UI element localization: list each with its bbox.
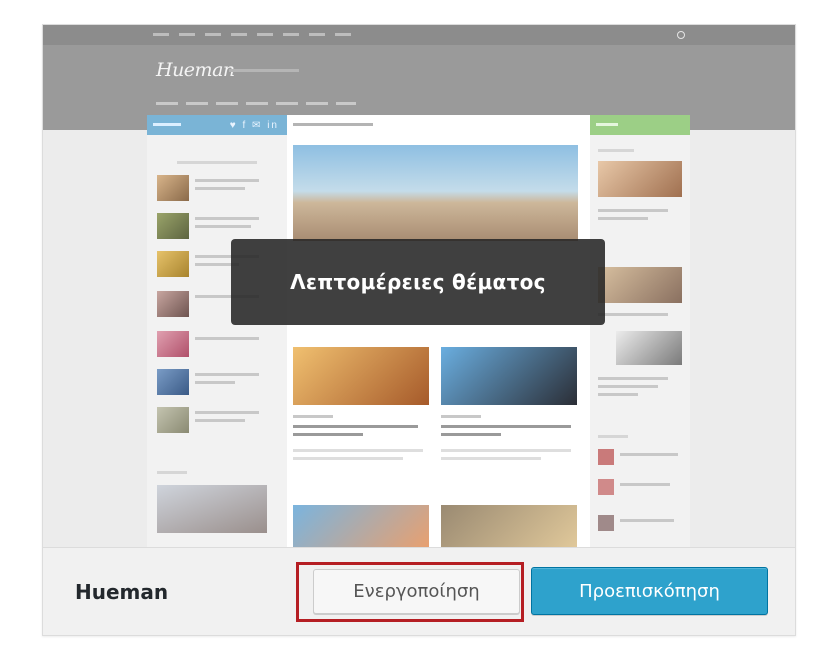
preview-main-content: [287, 115, 590, 547]
preview-left-sidebar: [147, 135, 287, 547]
theme-screenshot[interactable]: Hueman ♥ f ✉ in Λεπτομέρειες θέματος: [43, 25, 795, 547]
comment-avatar: [598, 479, 614, 495]
preview-right-sidebar: [590, 135, 690, 547]
widget-thumbnail: [598, 161, 682, 197]
widget-thumbnail: [616, 331, 682, 365]
preview-left-header: ♥ f ✉ in: [147, 115, 287, 135]
post-thumbnail: [157, 331, 189, 357]
theme-details-label[interactable]: Λεπτομέρειες θέματος: [231, 239, 605, 325]
preview-nav: [156, 102, 356, 105]
theme-card[interactable]: Hueman ♥ f ✉ in Λεπτομέρειες θέματος Hue…: [42, 24, 796, 636]
comment-avatar: [598, 449, 614, 465]
preview-social-icons: ♥ f ✉ in: [229, 120, 279, 131]
comment-avatar: [598, 515, 614, 531]
featured-thumbnail: [157, 485, 267, 533]
preview-button[interactable]: Προεπισκόπηση: [531, 567, 768, 615]
widget-thumbnail: [598, 267, 682, 303]
activate-button[interactable]: Ενεργοποίηση: [313, 569, 520, 614]
post-thumbnail: [157, 407, 189, 433]
post-thumbnail: [157, 175, 189, 201]
post-image: [441, 347, 577, 405]
post-thumbnail: [157, 251, 189, 277]
preview-logo: Hueman: [156, 59, 235, 81]
post-thumbnail: [157, 369, 189, 395]
preview-right-header: [590, 115, 690, 135]
post-image: [293, 505, 429, 547]
theme-footer: Hueman Ενεργοποίηση Προεπισκόπηση: [43, 547, 795, 635]
hero-image: [293, 145, 578, 241]
post-image: [293, 347, 429, 405]
preview-search-icon: [677, 31, 685, 39]
post-thumbnail: [157, 213, 189, 239]
post-thumbnail: [157, 291, 189, 317]
theme-name: Hueman: [75, 580, 169, 604]
preview-topbar: [43, 25, 795, 45]
post-image: [441, 505, 577, 547]
